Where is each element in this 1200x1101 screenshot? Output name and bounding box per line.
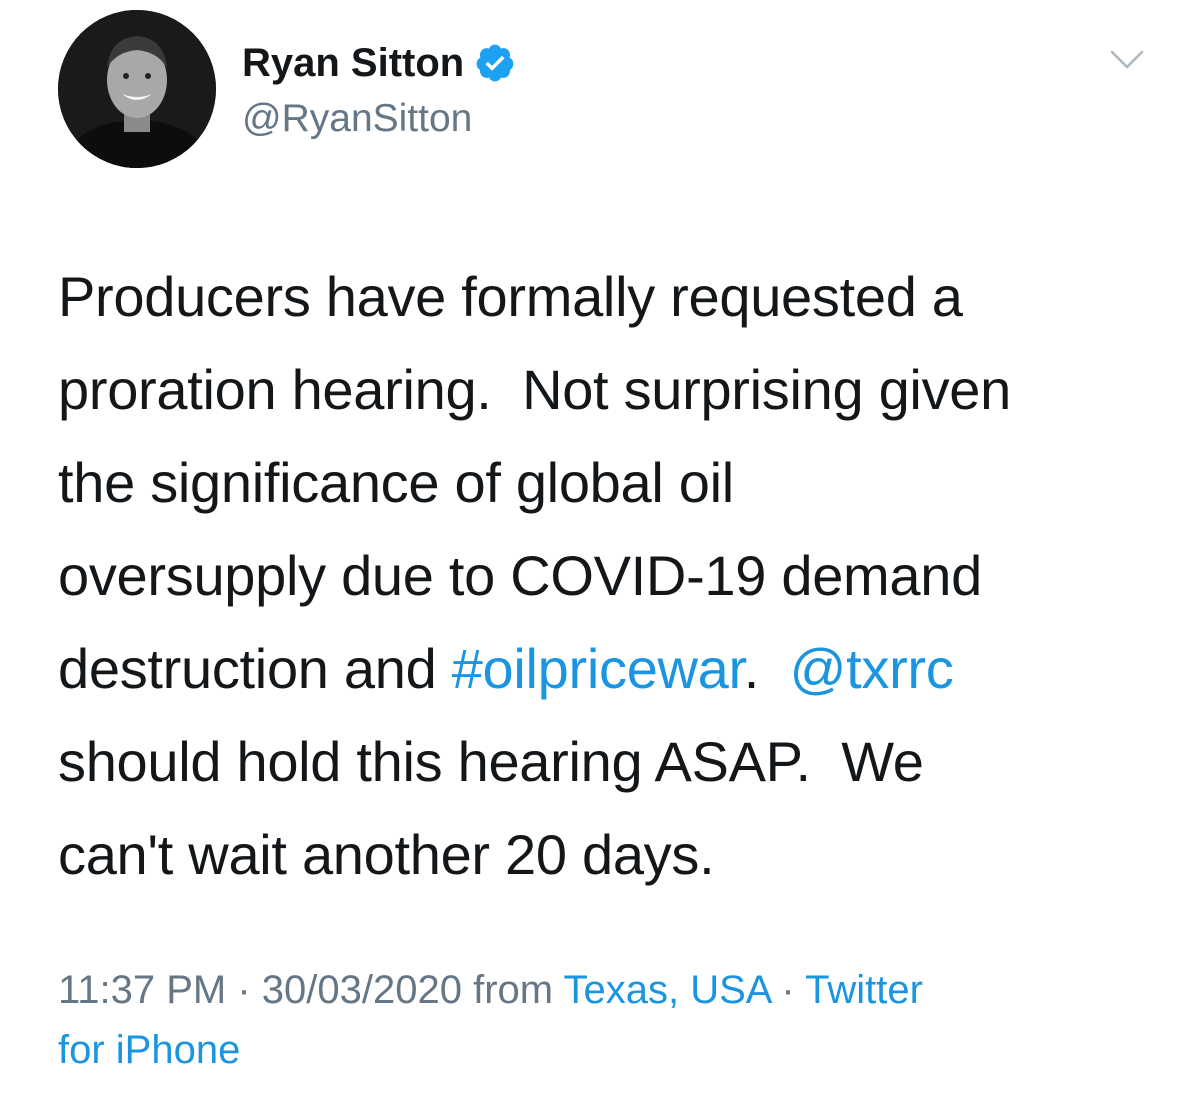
- tweet-text-segment: .: [743, 637, 790, 700]
- from-label: from: [462, 968, 564, 1012]
- chevron-down-icon[interactable]: [1110, 50, 1144, 70]
- meta-separator: ·: [226, 968, 262, 1012]
- hashtag-link[interactable]: #oilpricewar: [452, 637, 744, 700]
- location-link[interactable]: Texas, USA: [564, 968, 771, 1012]
- avatar-photo: [58, 10, 216, 168]
- author-name[interactable]: Ryan Sitton: [242, 38, 464, 88]
- meta-separator: ·: [770, 968, 806, 1012]
- verified-badge-icon: [474, 42, 516, 84]
- tweet-text-segment: Producers have formally requested a pror…: [58, 265, 1011, 700]
- tweet-text: Producers have formally requested a pror…: [58, 250, 1168, 901]
- author-name-row[interactable]: Ryan Sitton: [242, 38, 516, 88]
- avatar[interactable]: [58, 10, 216, 168]
- tweet-date[interactable]: 30/03/2020: [262, 968, 462, 1012]
- author-handle[interactable]: @RyanSitton: [242, 95, 472, 143]
- tweet-time[interactable]: 11:37 PM: [58, 968, 226, 1012]
- mention-link[interactable]: @txrrc: [790, 637, 954, 700]
- tweet-text-segment: should hold this hearing ASAP. We can't …: [58, 730, 924, 886]
- tweet-card: Ryan Sitton @RyanSitton Producers have f…: [0, 0, 1200, 1101]
- tweet-metadata: 11:37 PM · 30/03/2020 from Texas, USA · …: [58, 960, 1168, 1080]
